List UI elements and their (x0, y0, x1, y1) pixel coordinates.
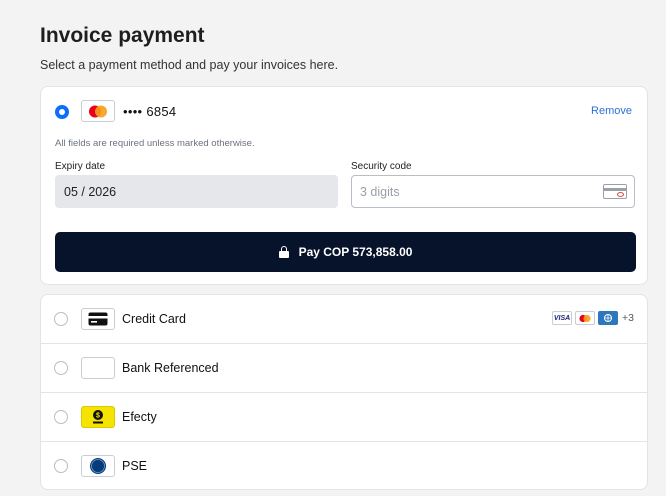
pse-label: PSE (122, 459, 148, 473)
security-code-placeholder: 3 digits (360, 184, 400, 199)
bank-icon (81, 357, 115, 379)
remove-card-link[interactable]: Remove (591, 105, 632, 117)
credit-card-label: Credit Card (122, 312, 186, 326)
required-fields-note: All fields are required unless marked ot… (55, 138, 255, 149)
credit-card-icon (81, 308, 115, 330)
efecty-label: Efecty (122, 410, 157, 424)
expiry-date-value: 05 / 2026 (64, 184, 117, 199)
efecty-icon: $ (81, 406, 115, 428)
pay-button-label: Pay COP 573,858.00 (298, 245, 413, 259)
page-subtitle: Select a payment method and pay your inv… (40, 58, 339, 72)
pse-radio[interactable] (54, 459, 68, 473)
saved-card-radio[interactable] (55, 105, 69, 119)
security-code-field[interactable]: 3 digits (351, 175, 635, 208)
method-credit-card[interactable]: Credit Card VISA +3 (41, 295, 647, 344)
saved-card-panel: •••• 6854 Remove All fields are required… (40, 86, 648, 285)
accepted-brands: VISA +3 (552, 311, 634, 325)
cvv-card-icon (603, 184, 627, 199)
efecty-radio[interactable] (54, 410, 68, 424)
svg-text:$: $ (96, 413, 100, 420)
method-efecty[interactable]: $ Efecty (41, 393, 647, 442)
pay-button[interactable]: Pay COP 573,858.00 (55, 232, 636, 272)
expiry-date-field: 05 / 2026 (55, 175, 338, 208)
lock-icon (278, 246, 289, 258)
mastercard-icon (575, 311, 596, 325)
security-code-label: Security code (351, 161, 412, 172)
payment-methods-list: Credit Card VISA +3 Bank Referenced $ Ef… (40, 294, 648, 490)
bank-referenced-label: Bank Referenced (122, 361, 219, 375)
page-title: Invoice payment (40, 24, 205, 47)
method-bank-referenced[interactable]: Bank Referenced (41, 344, 647, 393)
bank-referenced-radio[interactable] (54, 361, 68, 375)
pse-icon (81, 455, 115, 477)
amex-icon (598, 311, 619, 325)
credit-card-radio[interactable] (54, 312, 68, 326)
saved-card-number: •••• 6854 (123, 104, 177, 119)
expiry-date-label: Expiry date (55, 161, 106, 172)
mastercard-icon (81, 100, 115, 122)
visa-icon: VISA (552, 311, 573, 325)
more-brands-count: +3 (622, 312, 634, 324)
method-pse[interactable]: PSE (41, 442, 647, 489)
